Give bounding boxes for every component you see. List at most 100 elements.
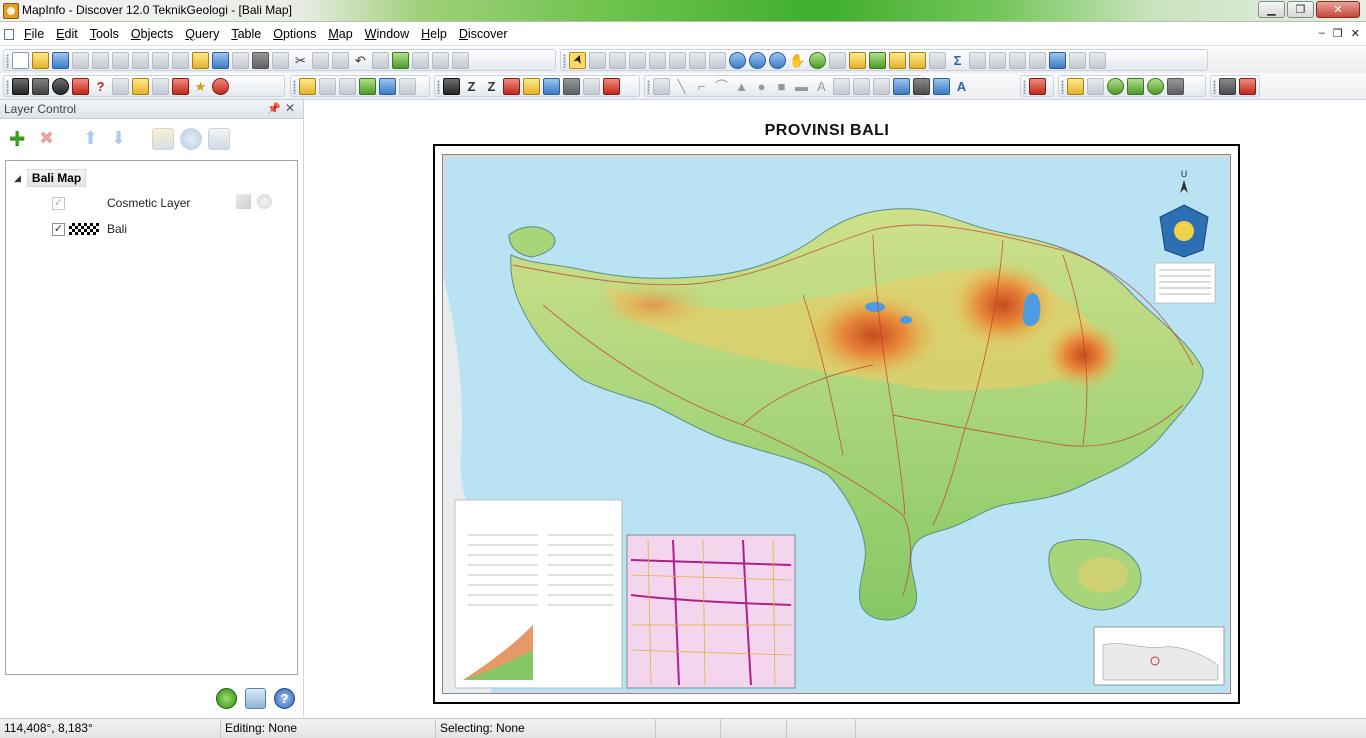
map-window[interactable]: PROVINSI BALI U xyxy=(305,100,1366,717)
map-frame[interactable]: U xyxy=(433,144,1240,704)
radius-select-icon[interactable] xyxy=(609,51,626,69)
menu-options[interactable]: Options xyxy=(267,27,322,41)
graph-select-icon[interactable] xyxy=(709,51,726,69)
tree-root-bali-map[interactable]: ◢ Bali Map xyxy=(14,169,87,187)
editable-toggle-icon[interactable] xyxy=(236,194,251,209)
menu-edit[interactable]: Edit xyxy=(50,27,84,41)
open-workspace-icon[interactable] xyxy=(52,51,69,69)
mdi-restore-button[interactable]: ❐ xyxy=(1333,27,1343,40)
close-button[interactable]: ✕ xyxy=(1316,1,1360,18)
bali-layer-label[interactable]: Bali xyxy=(107,222,127,236)
text-draw-icon[interactable]: A xyxy=(813,78,830,95)
new-grapher-icon[interactable] xyxy=(392,51,409,69)
zlabel-icon[interactable]: Z xyxy=(483,78,500,95)
crosshair-icon[interactable] xyxy=(563,77,580,95)
run-tool-icon[interactable] xyxy=(1067,77,1084,95)
edit-node-icon[interactable] xyxy=(339,77,356,95)
print-icon[interactable] xyxy=(252,51,269,69)
arc-tool-icon[interactable]: ⌒ xyxy=(713,78,730,95)
layer-row-bali[interactable]: ✓ Bali xyxy=(52,221,127,237)
new-table-icon[interactable] xyxy=(12,51,29,69)
move-layer-down-icon[interactable] xyxy=(108,128,130,150)
collapse-arrow-icon[interactable]: ◢ xyxy=(14,173,21,184)
maximize-button[interactable]: ❐ xyxy=(1287,1,1314,18)
frame-tool-icon[interactable] xyxy=(833,77,850,95)
menu-help[interactable]: Help xyxy=(415,27,453,41)
zoom-out-icon[interactable] xyxy=(749,51,766,69)
status-selecting[interactable]: Selecting: None xyxy=(436,719,656,738)
change-view-icon[interactable] xyxy=(769,51,786,69)
info-tool-icon[interactable] xyxy=(809,51,826,69)
close-all-icon[interactable] xyxy=(1239,77,1256,95)
layer-row-cosmetic[interactable]: ✓ Cosmetic Layer xyxy=(52,195,190,211)
clip-region-icon[interactable] xyxy=(969,51,986,69)
ruler-icon[interactable] xyxy=(909,51,926,69)
menu-tools[interactable]: Tools xyxy=(84,27,125,41)
apply-icon[interactable] xyxy=(216,688,237,709)
geocode-icon[interactable] xyxy=(1127,77,1144,95)
cascade-windows-icon[interactable] xyxy=(1219,77,1236,95)
map-options-icon[interactable] xyxy=(1029,51,1046,69)
rectangle-tool-icon[interactable]: ■ xyxy=(773,78,790,95)
grid-tool-icon[interactable] xyxy=(112,77,129,95)
find-selection-icon[interactable] xyxy=(132,51,149,69)
classify-icon[interactable] xyxy=(443,77,460,95)
symbol-tool-icon[interactable] xyxy=(653,77,670,95)
menu-table[interactable]: Table xyxy=(225,27,267,41)
export-icon[interactable] xyxy=(272,51,289,69)
eraser-icon[interactable] xyxy=(1029,77,1046,95)
layer-properties-icon[interactable] xyxy=(152,128,174,150)
stop-icon[interactable] xyxy=(212,77,229,95)
ellipse-tool-icon[interactable]: ● xyxy=(753,78,770,95)
map-window-label[interactable]: Bali Map xyxy=(26,169,87,187)
hotlink-tool-icon[interactable] xyxy=(829,51,846,69)
selectable-toggle-icon[interactable] xyxy=(257,194,272,209)
text-style-icon[interactable]: A xyxy=(953,78,970,95)
menu-discover[interactable]: Discover xyxy=(453,27,514,41)
region-style-icon[interactable] xyxy=(913,77,930,95)
save-workspace-icon[interactable] xyxy=(72,51,89,69)
new-layout-icon[interactable] xyxy=(412,51,429,69)
display-options-icon[interactable] xyxy=(208,128,230,150)
reorder-layers-icon[interactable] xyxy=(180,128,202,150)
web-globe-icon[interactable] xyxy=(1107,77,1124,95)
surface-icon[interactable] xyxy=(72,77,89,95)
new-browser-icon[interactable] xyxy=(212,51,229,69)
minimize-button[interactable]: ▁ xyxy=(1258,1,1285,18)
layer-control-icon[interactable] xyxy=(889,51,906,69)
layer-options-icon[interactable] xyxy=(245,688,266,709)
table-grid-icon[interactable] xyxy=(32,77,49,95)
drag-map-window-icon[interactable] xyxy=(869,51,886,69)
transform-icon[interactable] xyxy=(583,77,600,95)
unselect-all-icon[interactable] xyxy=(669,51,686,69)
line-style-icon[interactable] xyxy=(893,77,910,95)
bali-layer-checkbox[interactable]: ✓ xyxy=(52,222,65,236)
label-tool-icon[interactable] xyxy=(849,51,866,69)
new-mapper-icon[interactable] xyxy=(372,51,389,69)
section-tool-icon[interactable] xyxy=(132,77,149,95)
cut-icon[interactable]: ✂ xyxy=(292,52,309,69)
copy-icon[interactable] xyxy=(312,51,329,69)
edit-object-icon[interactable] xyxy=(319,77,336,95)
menu-query[interactable]: Query xyxy=(179,27,225,41)
edit-split-icon[interactable] xyxy=(379,77,396,95)
mdi-close-button[interactable]: ✕ xyxy=(1351,27,1360,40)
grid-icon[interactable] xyxy=(12,77,29,95)
link-icon[interactable] xyxy=(523,77,540,95)
star-icon[interactable]: ★ xyxy=(192,78,209,95)
print-preview-icon[interactable] xyxy=(232,51,249,69)
remove-layer-icon[interactable] xyxy=(36,128,58,150)
catalog-icon[interactable] xyxy=(1087,77,1104,95)
reshape-icon[interactable] xyxy=(853,77,870,95)
find-icon[interactable] xyxy=(112,51,129,69)
rounded-rect-tool-icon[interactable]: ▬ xyxy=(793,78,810,95)
web-service-icon[interactable] xyxy=(1147,77,1164,95)
menu-map[interactable]: Map xyxy=(322,27,358,41)
zoom-in-icon[interactable] xyxy=(729,51,746,69)
document-icon[interactable] xyxy=(4,29,14,40)
mdi-minimize-button[interactable]: – xyxy=(1319,27,1325,40)
add-node-icon[interactable] xyxy=(873,77,890,95)
select-pointer-icon[interactable] xyxy=(569,51,586,69)
symbol-style-icon[interactable] xyxy=(933,77,950,95)
move-layer-up-icon[interactable] xyxy=(80,128,102,150)
